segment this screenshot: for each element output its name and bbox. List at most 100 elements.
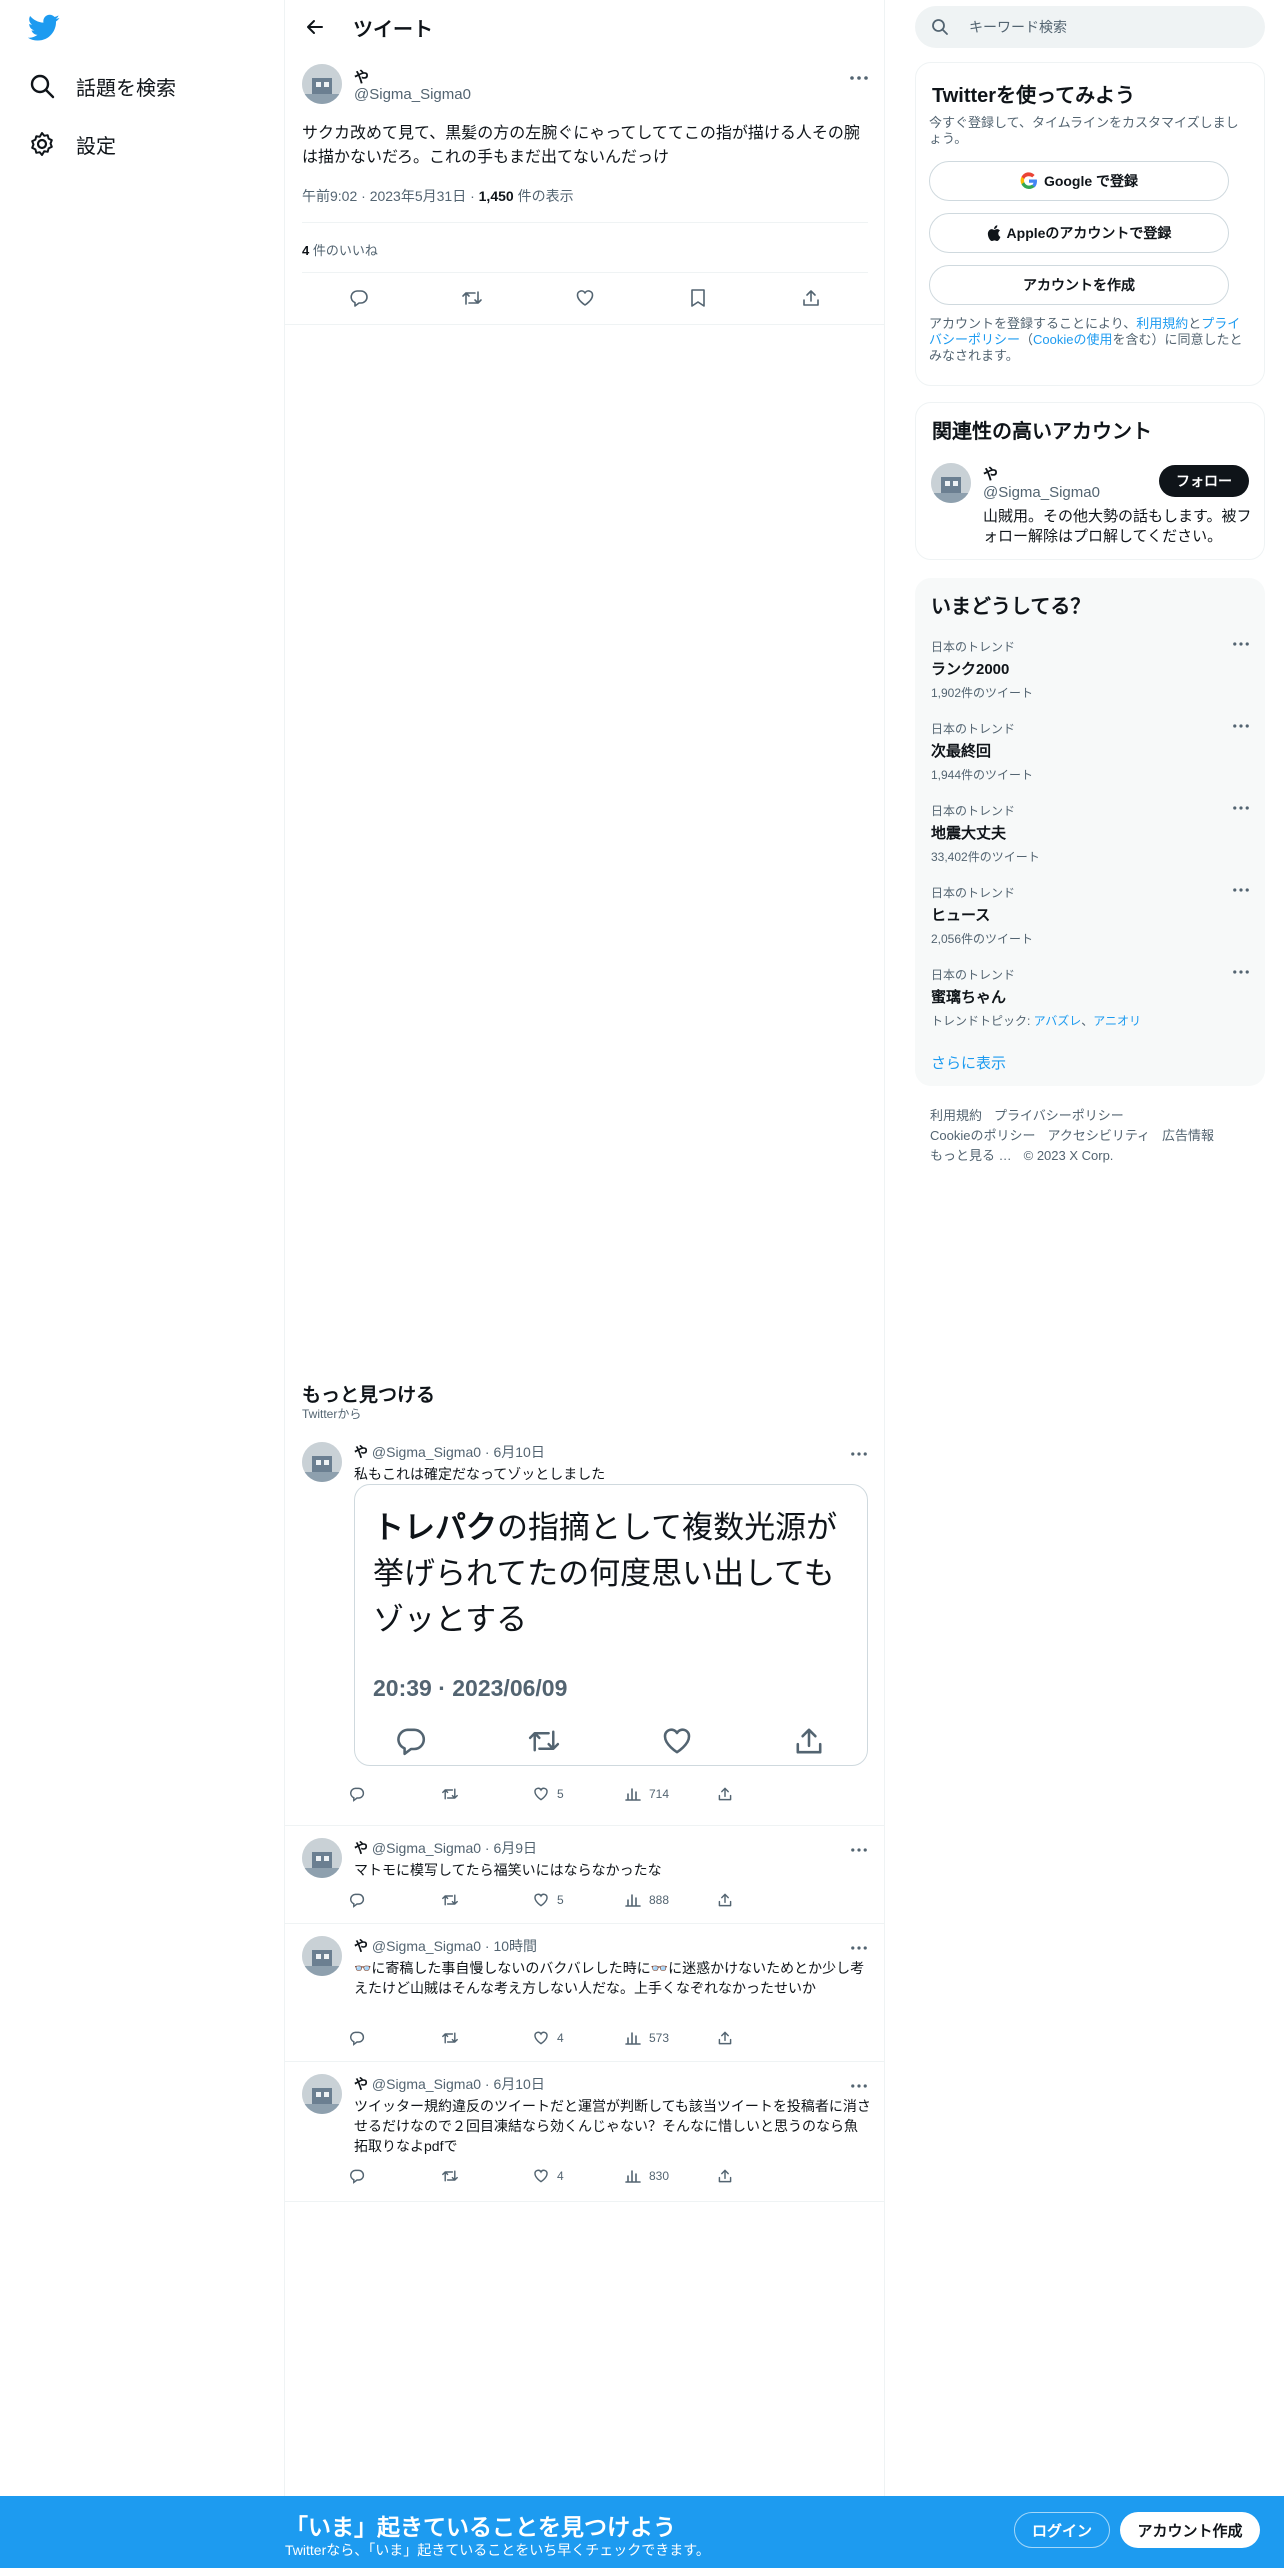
reply-icon[interactable]: [341, 2168, 433, 2184]
like-button[interactable]: 4: [525, 2168, 617, 2184]
author-name[interactable]: や: [354, 66, 369, 87]
author-handle[interactable]: @Sigma_Sigma0: [354, 86, 471, 103]
account-handle[interactable]: @Sigma_Sigma0: [983, 484, 1100, 501]
like-count: 4: [557, 2031, 564, 2045]
signup-button[interactable]: アカウント作成: [1120, 2512, 1260, 2548]
footer-link[interactable]: 広告情報: [1162, 1128, 1214, 1143]
more-icon[interactable]: [1233, 970, 1249, 974]
show-more-link[interactable]: さらに表示: [931, 1052, 1006, 1073]
handle-and-time[interactable]: @Sigma_Sigma0 · 6月10日: [368, 1444, 545, 1460]
trend-topic-link[interactable]: アニオリ: [1093, 1014, 1141, 1028]
nav-item-settings[interactable]: 設定: [28, 124, 116, 164]
tweet-card[interactable]: や @Sigma_Sigma0 · 6月9日 マトモに模写してたら福笑いにはなら…: [285, 1826, 885, 1924]
like-count-row[interactable]: 4 件のいいね: [302, 240, 378, 259]
avatar[interactable]: [302, 1442, 342, 1482]
avatar[interactable]: [302, 2074, 342, 2114]
avatar[interactable]: [302, 1838, 342, 1878]
views-button[interactable]: 830: [617, 2168, 709, 2184]
more-icon[interactable]: [845, 1938, 873, 1958]
legal-text-part: アカウントを登録することにより、: [929, 316, 1137, 331]
search-icon: [931, 18, 949, 36]
footer-link[interactable]: プライバシーポリシー: [994, 1108, 1124, 1123]
handle-and-time[interactable]: @Sigma_Sigma0 · 6月10日: [368, 2076, 545, 2092]
cookie-link[interactable]: Cookieの使用: [1033, 332, 1112, 347]
reply-icon[interactable]: [341, 2030, 433, 2046]
twitter-bird-icon[interactable]: [28, 14, 60, 44]
like-button[interactable]: 4: [525, 2030, 617, 2046]
avatar[interactable]: [302, 64, 342, 104]
handle-and-time[interactable]: @Sigma_Sigma0 · 10時間: [368, 1938, 537, 1954]
create-account-button[interactable]: アカウントを作成: [929, 265, 1229, 305]
share-icon[interactable]: [709, 1786, 801, 1802]
retweet-icon[interactable]: [433, 1786, 525, 1802]
tweet-actions: 5 714: [341, 1780, 801, 1808]
footer-link[interactable]: もっと見る …: [930, 1148, 1012, 1163]
more-icon[interactable]: [1233, 724, 1249, 728]
apple-signup-label: Appleのアカウントで登録: [1006, 225, 1172, 241]
terms-link[interactable]: 利用規約: [1136, 316, 1188, 331]
card-subtitle: 今すぐ登録して、タイムラインをカスタマイズしましょう。: [929, 115, 1239, 146]
author-name[interactable]: や: [354, 2076, 368, 2092]
google-signup-label: Google で登録: [1043, 173, 1139, 189]
bookmark-icon[interactable]: [678, 278, 718, 318]
footer-link[interactable]: アクセシビリティ: [1047, 1128, 1150, 1143]
nav-item-explore[interactable]: 話題を検索: [28, 66, 176, 106]
legal-text-part: （: [1020, 332, 1034, 347]
tweet-time[interactable]: 午前9:02 · 2023年5月31日 ·: [302, 188, 479, 204]
share-icon[interactable]: [709, 2030, 801, 2046]
more-icon[interactable]: [845, 68, 873, 88]
share-icon[interactable]: [791, 278, 831, 318]
views-button[interactable]: 714: [617, 1786, 709, 1802]
heart-icon[interactable]: [565, 278, 605, 318]
search-icon: [28, 72, 56, 100]
reply-icon[interactable]: [341, 1786, 433, 1802]
avatar[interactable]: [931, 463, 971, 503]
handle-and-time[interactable]: @Sigma_Sigma0 · 6月9日: [368, 1840, 537, 1856]
author-name[interactable]: や: [354, 1938, 368, 1954]
author-name[interactable]: や: [354, 1840, 368, 1856]
footer-link[interactable]: 利用規約: [930, 1108, 982, 1123]
avatar[interactable]: [302, 1936, 342, 1976]
tweet-card[interactable]: や @Sigma_Sigma0 · 10時間 👓に寄稿した事自慢しないのバクバレ…: [285, 1924, 885, 2062]
more-icon[interactable]: [845, 1444, 873, 1464]
views-button[interactable]: 888: [617, 1892, 709, 1908]
embedded-image[interactable]: トレパクの指摘として複数光源が挙げられてたの何度思い出してもゾッとする 20:3…: [354, 1484, 868, 1766]
tweet-card[interactable]: や @Sigma_Sigma0 · 6月10日 ツイッター規約違反のツイートだと…: [285, 2062, 885, 2202]
share-icon[interactable]: [709, 1892, 801, 1908]
follow-button[interactable]: フォロー: [1159, 465, 1249, 497]
share-icon[interactable]: [709, 2168, 801, 2184]
more-icon[interactable]: [845, 1840, 873, 1860]
like-button[interactable]: 5: [525, 1786, 617, 1802]
reply-icon[interactable]: [339, 278, 379, 318]
footer-link[interactable]: Cookieのポリシー: [930, 1128, 1035, 1143]
trend-item[interactable]: 日本のトレンド ヒュース 2,056件のツイート: [931, 884, 1251, 947]
more-icon[interactable]: [1233, 888, 1249, 892]
section-title: もっと見つける: [302, 1385, 436, 1406]
trend-item[interactable]: 日本のトレンド 蜜璃ちゃん トレンドトピック: アバズレ、アニオリ: [931, 966, 1251, 1029]
more-icon[interactable]: [1233, 806, 1249, 810]
view-count: 888: [649, 1893, 670, 1907]
author-name[interactable]: や: [354, 1444, 368, 1460]
trend-item[interactable]: 日本のトレンド 次最終回 1,944件のツイート: [931, 720, 1251, 783]
reply-icon[interactable]: [341, 1892, 433, 1908]
views-button[interactable]: 573: [617, 2030, 709, 2046]
like-button[interactable]: 5: [525, 1892, 617, 1908]
account-name[interactable]: や: [983, 463, 998, 484]
login-button[interactable]: ログイン: [1014, 2512, 1110, 2548]
trend-topic-link[interactable]: アバズレ: [1034, 1014, 1082, 1028]
retweet-icon[interactable]: [433, 1892, 525, 1908]
trend-item[interactable]: 日本のトレンド 地震大丈夫 33,402件のツイート: [931, 802, 1251, 865]
retweet-icon[interactable]: [433, 2030, 525, 2046]
retweet-icon[interactable]: [452, 278, 492, 318]
google-signup-button[interactable]: Google で登録: [929, 161, 1229, 201]
back-button[interactable]: [297, 9, 333, 45]
more-icon[interactable]: [1233, 642, 1249, 646]
google-icon: [1020, 172, 1037, 190]
retweet-icon[interactable]: [433, 2168, 525, 2184]
tweet-card[interactable]: や @Sigma_Sigma0 · 6月10日 私もこれは確定だなってゾッとしま…: [285, 1430, 885, 1826]
trend-item[interactable]: 日本のトレンド ランク2000 1,902件のツイート: [931, 638, 1251, 701]
trend-context: 日本のトレンド: [931, 804, 1016, 818]
more-icon[interactable]: [845, 2076, 873, 2096]
search-input[interactable]: キーワード検索: [915, 6, 1265, 48]
apple-signup-button[interactable]: Appleのアカウントで登録: [929, 213, 1229, 253]
